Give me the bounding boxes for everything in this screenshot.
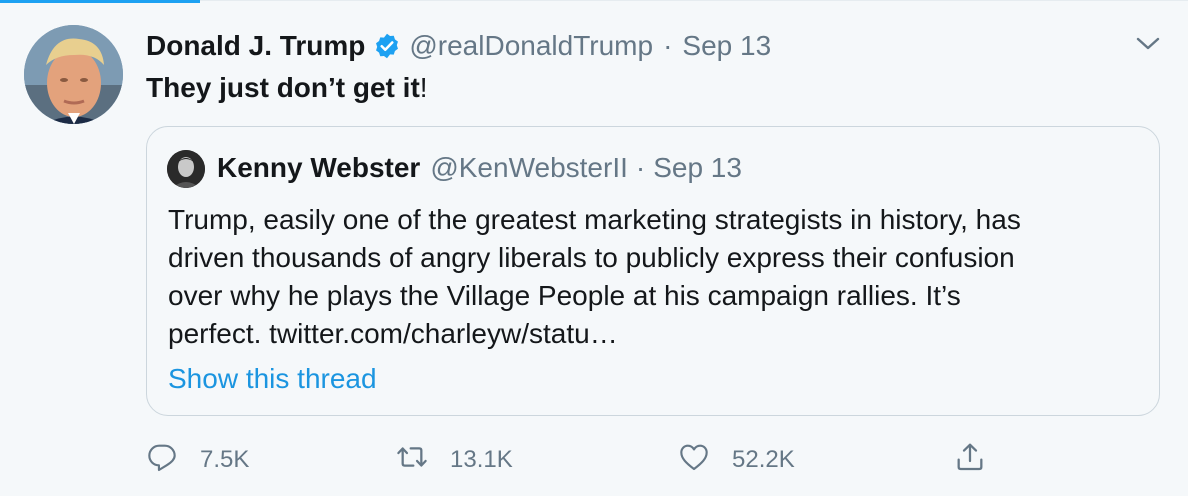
timestamp[interactable]: Sep 13 xyxy=(682,30,771,62)
like-button[interactable]: 52.2K xyxy=(678,440,795,480)
quoted-handle[interactable]: @KenWebsterII xyxy=(430,152,628,184)
quoted-tweet[interactable]: Kenny Webster @KenWebsterII · Sep 13 Tru… xyxy=(146,126,1160,416)
quoted-avatar[interactable] xyxy=(167,150,205,188)
display-name[interactable]: Donald J. Trump xyxy=(146,30,365,62)
quoted-body: Trump, easily one of the greatest market… xyxy=(168,201,1143,353)
quoted-timestamp[interactable]: Sep 13 xyxy=(653,152,742,184)
retweet-button[interactable]: 13.1K xyxy=(396,440,513,480)
quoted-body-line: perfect. twitter.com/charleyw/statu… xyxy=(168,318,618,349)
share-icon xyxy=(954,441,986,480)
like-count: 52.2K xyxy=(732,446,795,473)
tweet-text-punct: ! xyxy=(419,72,428,103)
avatar-image xyxy=(24,25,123,124)
quoted-display-name[interactable]: Kenny Webster xyxy=(217,152,420,184)
avatar[interactable] xyxy=(24,25,123,124)
quoted-avatar-image xyxy=(167,150,205,188)
show-thread-link[interactable]: Show this thread xyxy=(168,361,377,397)
tweet-text-main: They just don’t get it xyxy=(146,72,420,103)
handle[interactable]: @realDonaldTrump xyxy=(409,30,653,62)
separator-dot: · xyxy=(663,30,673,61)
verified-badge-icon xyxy=(373,32,401,60)
quoted-header: Kenny Webster @KenWebsterII · Sep 13 xyxy=(217,149,742,187)
quoted-body-line: over why he plays the Village People at … xyxy=(168,280,961,311)
tweet-header: Donald J. Trump @realDonaldTrump · Sep 1… xyxy=(146,28,771,64)
reply-button[interactable]: 7.5K xyxy=(146,440,249,480)
retweet-count: 13.1K xyxy=(450,446,513,473)
tweet-actions: 7.5K 13.1K 52.2K xyxy=(146,440,1016,480)
heart-icon xyxy=(678,441,710,480)
chevron-down-icon[interactable] xyxy=(1134,34,1162,54)
share-button[interactable] xyxy=(954,440,986,480)
quoted-body-line: Trump, easily one of the greatest market… xyxy=(168,204,1021,235)
tweet[interactable]: Donald J. Trump @realDonaldTrump · Sep 1… xyxy=(0,0,1188,496)
quoted-body-line: driven thousands of angry liberals to pu… xyxy=(168,242,1015,273)
reply-icon xyxy=(146,441,178,480)
tweet-text: They just don’t get it! xyxy=(146,70,428,106)
reply-count: 7.5K xyxy=(200,446,250,473)
retweet-icon xyxy=(396,441,428,480)
quoted-separator-dot: · xyxy=(635,152,646,183)
